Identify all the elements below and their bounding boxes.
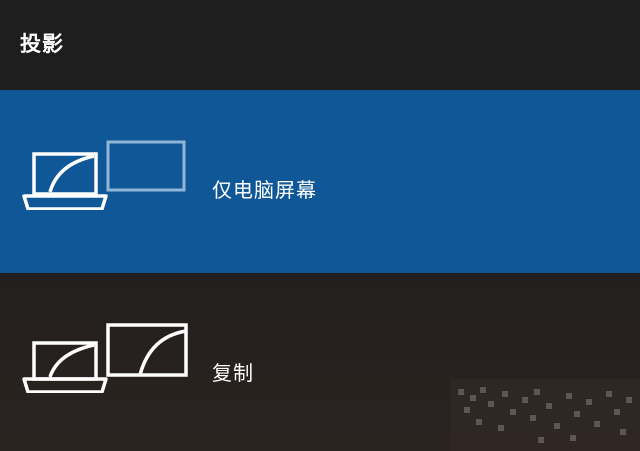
panel-title: 投影 (20, 32, 64, 56)
watermark-image (450, 379, 640, 451)
option-pc-screen-only[interactable]: 仅电脑屏幕 (0, 90, 640, 273)
pc-screen-only-icon (22, 140, 186, 210)
project-panel: 投影 仅电脑屏幕 复制 (0, 0, 640, 451)
duplicate-screen-icon (22, 323, 188, 393)
option-label: 仅电脑屏幕 (212, 178, 317, 202)
option-label: 复制 (212, 361, 254, 385)
